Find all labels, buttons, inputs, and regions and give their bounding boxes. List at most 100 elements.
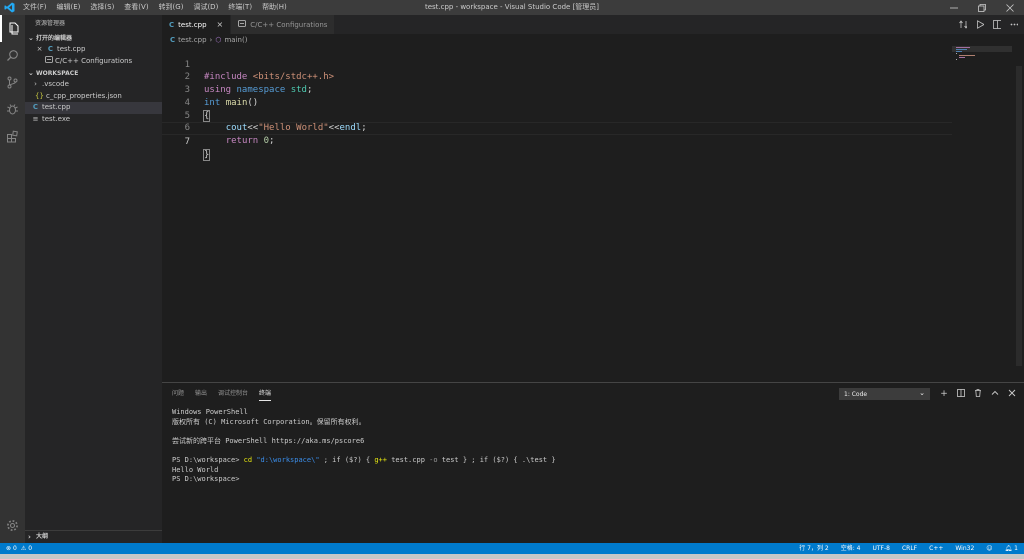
more-actions-icon[interactable] [1010, 21, 1018, 29]
chevron-right-icon: › [34, 80, 37, 88]
tree-item-label: .vscode [42, 80, 69, 88]
breadcrumb: C test.cpp › ⬡ main() [162, 34, 250, 46]
feedback-smiley-icon[interactable]: ☺ [986, 543, 992, 554]
json-file-icon: {} [35, 91, 44, 100]
open-editor-item-test-cpp[interactable]: × C test.cpp [25, 44, 162, 56]
cpp-file-icon: C [170, 36, 176, 44]
code-line: 6 return 0; [162, 110, 952, 146]
notification-count: 1 [1014, 545, 1018, 552]
notifications-status[interactable]: 🔔︎ 1 [1005, 543, 1018, 554]
menu-debug[interactable]: 调试(D) [188, 0, 223, 15]
editor-tab-bar: C test.cpp × C/C++ Configurations [162, 15, 1024, 34]
debug-icon[interactable] [0, 96, 25, 123]
tab-output[interactable]: 输出 [195, 383, 207, 405]
menu-terminal[interactable]: 终端(T) [223, 0, 257, 15]
menu-help[interactable]: 帮助(H) [257, 0, 292, 15]
terminal-output[interactable]: Windows PowerShell 版权所有 (C) Microsoft Co… [172, 408, 1012, 485]
menu-view[interactable]: 查看(V) [119, 0, 153, 15]
language-mode[interactable]: C++ [929, 543, 943, 554]
compare-changes-icon[interactable] [959, 20, 967, 29]
source-control-icon[interactable] [0, 69, 25, 96]
minimize-button[interactable] [940, 0, 968, 15]
terminal-line: Windows PowerShell [172, 408, 248, 416]
settings-gear-icon[interactable] [0, 512, 25, 539]
indentation-status[interactable]: 空格: 4 [841, 543, 861, 554]
tab-label: C/C++ Configurations [250, 20, 328, 29]
close-icon[interactable]: × [35, 44, 44, 56]
close-window-button[interactable] [996, 0, 1024, 15]
outline-section: › 大纲 [25, 530, 162, 543]
menu-go[interactable]: 转到(G) [154, 0, 189, 15]
breadcrumb-file[interactable]: test.cpp [178, 36, 206, 44]
menu-selection[interactable]: 选择(S) [85, 0, 119, 15]
tree-item-c-cpp-properties[interactable]: {} c_cpp_properties.json [25, 91, 162, 103]
tab-debug-console[interactable]: 调试控制台 [218, 383, 248, 405]
terminal-cmd-part: test } ; if ($?) { .\test } [437, 455, 556, 464]
split-terminal-icon[interactable] [957, 388, 965, 400]
code-text: return 0; [225, 135, 275, 146]
platform-config[interactable]: Win32 [955, 543, 974, 554]
tree-item-test-exe[interactable]: ≡ test.exe [25, 114, 162, 126]
extensions-icon[interactable] [0, 123, 25, 150]
workspace-header[interactable]: ⌄ WORKSPACE [25, 68, 162, 79]
terminal-cmd-cd: cd [243, 455, 253, 464]
code-line: 1 #include <bits/stdc++.h> [162, 46, 952, 83]
error-icon: ⊗ [6, 545, 12, 552]
line-number: 7 [184, 136, 190, 147]
split-editor-icon[interactable] [993, 20, 1001, 29]
explorer-icon[interactable] [0, 15, 25, 42]
tree-item-label: test.cpp [42, 103, 71, 111]
cpp-file-icon: C [169, 20, 175, 29]
outline-label: 大纲 [36, 533, 49, 540]
tab-test-cpp[interactable]: C test.cpp × [162, 15, 232, 34]
cpp-file-icon: C [32, 103, 39, 111]
terminal-cmd-part: test.cpp [386, 455, 430, 464]
cursor-position[interactable]: 行 7，列 2 [799, 543, 828, 554]
editor-scrollbar[interactable] [1014, 46, 1024, 382]
settings-file-icon [238, 20, 247, 29]
open-editor-item-cpp-config[interactable]: C/C++ Configurations [25, 55, 162, 68]
code-editor[interactable]: 1 #include <bits/stdc++.h> 2 using names… [162, 46, 1024, 382]
menu-edit[interactable]: 编辑(E) [52, 0, 86, 15]
terminal-select-value: 1: Code [844, 390, 868, 398]
open-editors-label: 打开的编辑器 [36, 35, 73, 42]
breadcrumb-symbol[interactable]: main() [224, 36, 247, 44]
terminal-cmd-part: ; if ($?) { [319, 455, 375, 464]
run-icon[interactable] [976, 20, 984, 29]
outline-header[interactable]: › 大纲 [25, 531, 162, 543]
maximize-panel-icon[interactable] [991, 389, 999, 400]
terminal-instance-select[interactable]: 1: Code ⌄ [839, 388, 930, 400]
restore-button[interactable] [968, 0, 996, 15]
problems-status[interactable]: ⊗ 0 ⚠ 0 [6, 545, 32, 552]
scrollbar-thumb[interactable] [1016, 66, 1022, 366]
terminal-prompt: PS D:\workspace> [172, 455, 244, 464]
close-panel-icon[interactable] [1008, 389, 1016, 400]
code-line: 5 cout<<"Hello World"<<endl; [162, 97, 952, 134]
close-icon[interactable]: × [217, 20, 224, 29]
encoding-status[interactable]: UTF-8 [872, 543, 890, 554]
search-icon[interactable] [0, 42, 25, 69]
eol-status[interactable]: CRLF [902, 543, 917, 554]
open-editors-header[interactable]: ⌄ 打开的编辑器 [25, 33, 162, 44]
terminal-line: 版权所有 (C) Microsoft Corporation。保留所有权利。 [172, 417, 366, 426]
chevron-down-icon: ⌄ [28, 69, 34, 77]
tree-item-test-cpp[interactable]: C test.cpp [25, 102, 162, 114]
minimap[interactable] [952, 46, 1012, 106]
tab-problems[interactable]: 问题 [172, 383, 184, 405]
trash-icon[interactable] [974, 388, 982, 400]
menu-file[interactable]: 文件(F) [18, 0, 52, 15]
terminal-line: PS D:\workspace> [172, 475, 240, 484]
chevron-down-icon: ⌄ [919, 389, 925, 397]
warning-count: 0 [28, 545, 33, 552]
new-terminal-icon[interactable]: + [940, 389, 948, 399]
error-count: 0 [13, 545, 17, 552]
open-editor-label: test.cpp [57, 45, 86, 53]
tree-item-vscode-folder[interactable]: › .vscode [25, 79, 162, 91]
tab-terminal[interactable]: 终端 [259, 388, 272, 401]
tab-cpp-configurations[interactable]: C/C++ Configurations [231, 15, 336, 34]
vscode-logo-icon [0, 0, 18, 15]
settings-file-icon [44, 55, 53, 68]
cpp-file-icon: C [47, 45, 54, 53]
tree-item-label: test.exe [42, 114, 71, 123]
